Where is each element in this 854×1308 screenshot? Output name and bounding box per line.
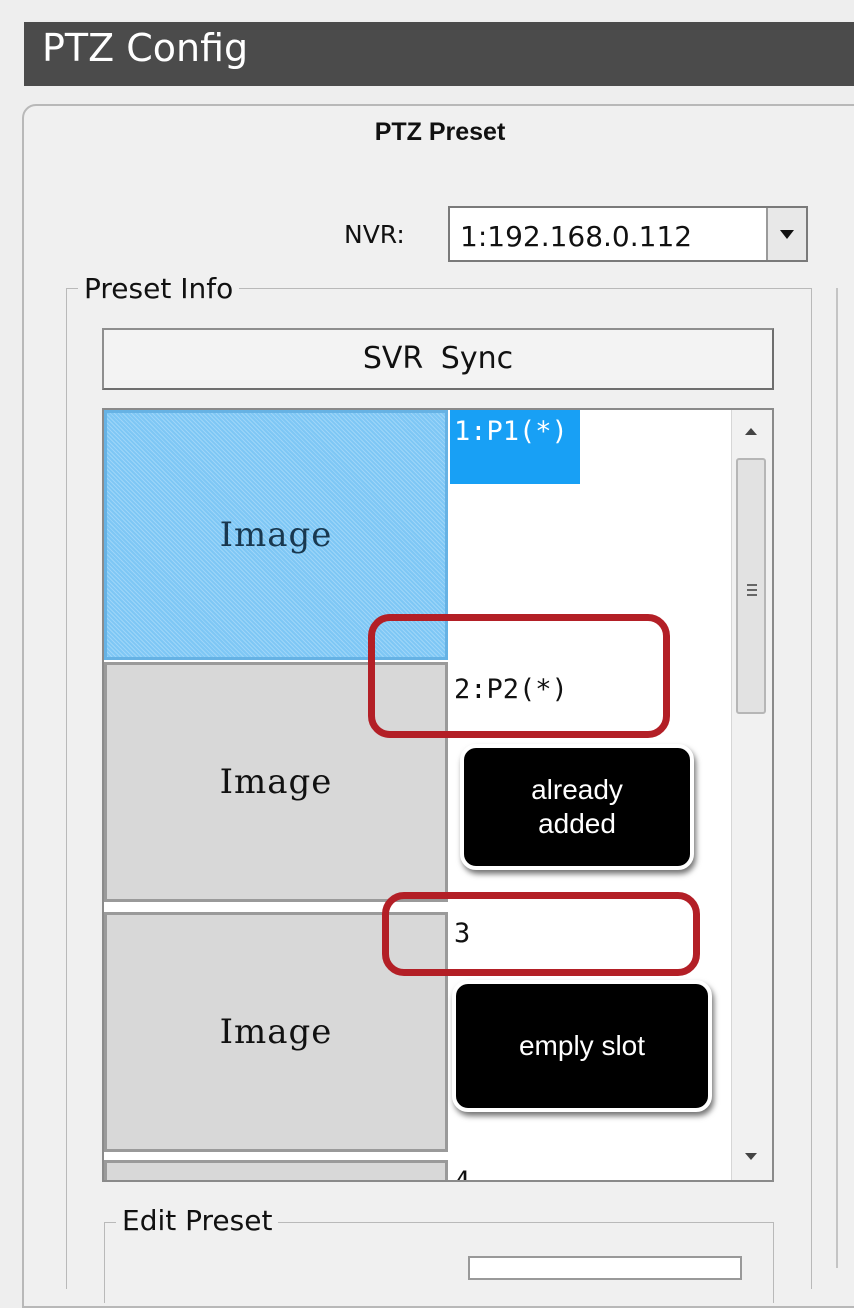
scrollbar-thumb[interactable] [736,458,766,714]
preset-label-4[interactable]: 4 [450,1160,474,1180]
window-titlebar: PTZ Config [24,22,854,86]
preset-list-scrollbar[interactable] [731,410,772,1180]
window-title: PTZ Config [42,26,249,70]
nvr-select[interactable]: 1:192.168.0.112 [448,206,808,262]
svr-sync-button[interactable]: SVR Sync [102,328,774,390]
annotation-highlight-preset-3 [382,892,700,976]
grip-icon [747,584,757,586]
tab-ptz-preset[interactable]: PTZ Preset [22,118,854,147]
nvr-selected-value: 1:192.168.0.112 [460,220,693,253]
preset-info-title: Preset Info [78,272,240,305]
preset-thumbnail-4[interactable] [104,1160,448,1180]
scroll-down-icon[interactable] [745,1153,757,1160]
right-panel-divider [836,288,838,1268]
scroll-up-icon[interactable] [745,428,757,435]
callout-already-added: already added [460,744,694,870]
preset-label-1[interactable]: 1:P1(*) [450,410,580,484]
nvr-label: NVR: [344,220,405,249]
chevron-down-icon[interactable] [766,208,806,260]
callout-empty-slot: emply slot [452,980,712,1112]
edit-preset-field[interactable] [468,1256,742,1280]
annotation-highlight-preset-2 [368,614,670,738]
edit-preset-title: Edit Preset [116,1204,279,1237]
